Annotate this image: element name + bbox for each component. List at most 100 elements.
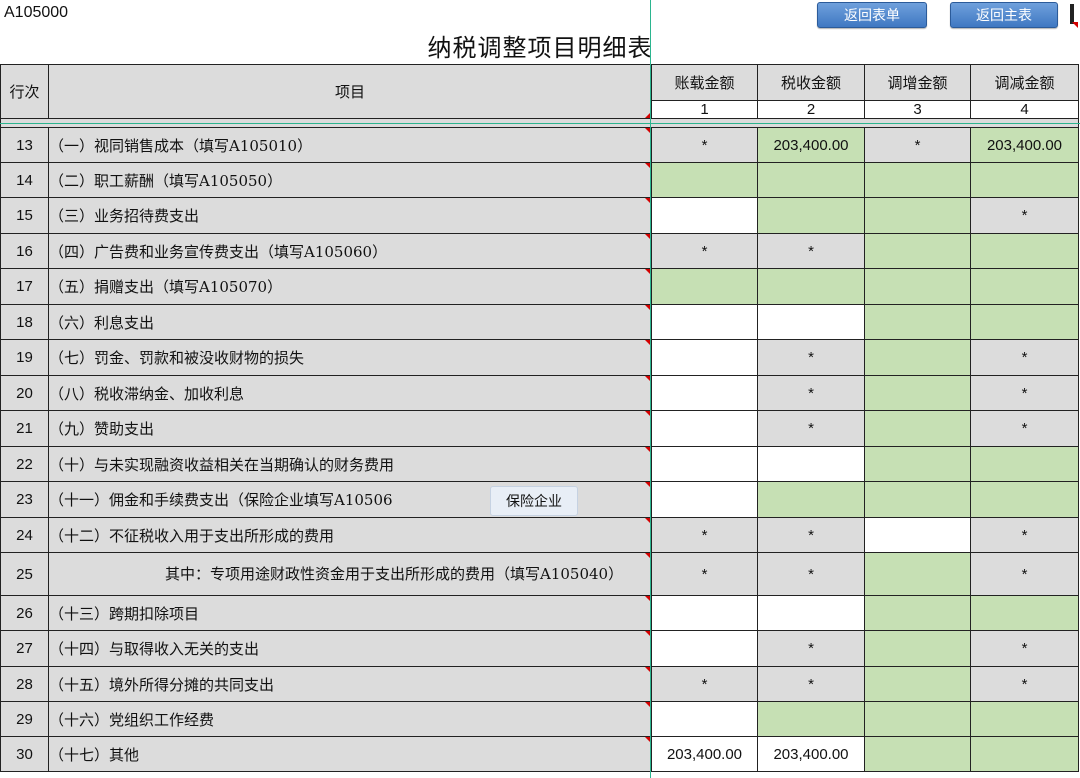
row-item-label: （十二）不征税收入用于支出所形成的费用: [48, 517, 652, 553]
amount-cell-col1[interactable]: [651, 410, 758, 447]
table-row: 22 （十）与未实现融资收益相关在当期确认的财务费用: [0, 446, 1079, 482]
amount-cell-col1: *: [651, 552, 758, 596]
amount-cell-col3: *: [864, 127, 971, 163]
back-to-main-button[interactable]: 返回主表: [950, 2, 1058, 28]
amount-cell-col2[interactable]: [757, 162, 865, 198]
amount-cell-col3[interactable]: [864, 268, 971, 305]
amount-cell-col2[interactable]: 203,400.00: [757, 127, 865, 163]
amount-cell-col2[interactable]: [757, 268, 865, 305]
amount-cell-col3[interactable]: [864, 552, 971, 596]
row-number: 29: [0, 701, 49, 737]
amount-cell-col2[interactable]: [757, 595, 865, 631]
amount-cell-col1[interactable]: [651, 701, 758, 737]
amount-cell-col1[interactable]: [651, 375, 758, 411]
amount-cell-col3[interactable]: [864, 162, 971, 198]
amount-cell-col4[interactable]: [970, 268, 1079, 305]
row-number: 25: [0, 552, 49, 596]
amount-cell-col3[interactable]: [864, 410, 971, 447]
amount-cell-col3[interactable]: [864, 233, 971, 269]
row-number: 30: [0, 736, 49, 772]
amount-cell-col4[interactable]: [970, 736, 1079, 772]
amount-cell-col4[interactable]: [970, 595, 1079, 631]
col-header-decrease: 调减金额: [970, 64, 1079, 101]
amount-cell-col2[interactable]: [757, 701, 865, 737]
amount-cell-col4[interactable]: [970, 162, 1079, 198]
amount-cell-col4: *: [970, 375, 1079, 411]
row-number: 16: [0, 233, 49, 269]
amount-cell-col2: *: [757, 517, 865, 553]
amount-cell-col4[interactable]: [970, 701, 1079, 737]
table-row: 20 （八）税收滞纳金、加收利息 * *: [0, 375, 1079, 411]
amount-cell-col4[interactable]: [970, 446, 1079, 482]
row-item-label: （十三）跨期扣除项目: [48, 595, 652, 631]
amount-cell-col3[interactable]: [864, 630, 971, 667]
amount-cell-col3[interactable]: [864, 481, 971, 518]
row-item-label: （七）罚金、罚款和被没收财物的损失: [48, 339, 652, 376]
amount-cell-col2: *: [757, 666, 865, 702]
table-row: 17 （五）捐赠支出（填写A105070）: [0, 268, 1079, 305]
amount-cell-col2[interactable]: [757, 481, 865, 518]
amount-cell-col4: *: [970, 410, 1079, 447]
amount-cell-col4: *: [970, 339, 1079, 376]
amount-cell-col4[interactable]: [970, 304, 1079, 340]
row-number: 27: [0, 630, 49, 667]
row-item-label: 其中：专项用途财政性资金用于支出所形成的费用（填写A105040）: [48, 552, 652, 596]
col-number-2: 2: [757, 100, 865, 119]
amount-cell-col1[interactable]: [651, 446, 758, 482]
amount-cell-col2[interactable]: [757, 304, 865, 340]
row-item-label: （三）业务招待费支出: [48, 197, 652, 234]
amount-cell-col4[interactable]: [970, 233, 1079, 269]
col-number-4: 4: [970, 100, 1079, 119]
row-item-label: （十六）党组织工作经费: [48, 701, 652, 737]
amount-cell-col1[interactable]: [651, 268, 758, 305]
row-item-label: （十）与未实现融资收益相关在当期确认的财务费用: [48, 446, 652, 482]
row-item-label: （四）广告费和业务宣传费支出（填写A105060）: [48, 233, 652, 269]
row-item-label: （十五）境外所得分摊的共同支出: [48, 666, 652, 702]
row-item-label: （八）税收滞纳金、加收利息: [48, 375, 652, 411]
amount-cell-col1[interactable]: 203,400.00: [651, 736, 758, 772]
table-row: 26 （十三）跨期扣除项目: [0, 595, 1079, 631]
col-number-1: 1: [651, 100, 758, 119]
amount-cell-col4[interactable]: [970, 481, 1079, 518]
table-row: 28 （十五）境外所得分摊的共同支出 * * *: [0, 666, 1079, 702]
amount-cell-col3[interactable]: [864, 304, 971, 340]
amount-cell-col3[interactable]: [864, 446, 971, 482]
row-item-label: （五）捐赠支出（填写A105070）: [48, 268, 652, 305]
amount-cell-col1[interactable]: [651, 162, 758, 198]
back-to-list-button[interactable]: 返回表单: [817, 2, 927, 28]
page-title: 纳税调整项目明细表: [427, 34, 653, 62]
amount-cell-col2: *: [757, 630, 865, 667]
amount-cell-col1[interactable]: [651, 339, 758, 376]
comment-marker-icon: [1072, 22, 1078, 28]
amount-cell-col1[interactable]: [651, 595, 758, 631]
amount-cell-col1[interactable]: [651, 304, 758, 340]
amount-cell-col3[interactable]: [864, 197, 971, 234]
amount-cell-col3[interactable]: [864, 517, 971, 553]
amount-cell-col2[interactable]: [757, 446, 865, 482]
amount-cell-col2[interactable]: [757, 197, 865, 234]
row-item-label: （九）赞助支出: [48, 410, 652, 447]
amount-cell-col4: *: [970, 517, 1079, 553]
amount-cell-col1[interactable]: [651, 197, 758, 234]
amount-cell-col1[interactable]: [651, 630, 758, 667]
amount-cell-col3[interactable]: [864, 595, 971, 631]
amount-cell-col3[interactable]: [864, 375, 971, 411]
amount-cell-col4[interactable]: 203,400.00: [970, 127, 1079, 163]
table-row: 16 （四）广告费和业务宣传费支出（填写A105060） * *: [0, 233, 1079, 269]
amount-cell-col1[interactable]: [651, 481, 758, 518]
col-number-3: 3: [864, 100, 971, 119]
row-number: 28: [0, 666, 49, 702]
amount-cell-col1: *: [651, 127, 758, 163]
scrollbar-handle[interactable]: [1070, 4, 1074, 24]
row-item-label: （六）利息支出: [48, 304, 652, 340]
amount-cell-col3[interactable]: [864, 701, 971, 737]
amount-cell-col3[interactable]: [864, 736, 971, 772]
row-number: 17: [0, 268, 49, 305]
amount-cell-col3[interactable]: [864, 339, 971, 376]
freeze-pane-vertical: [650, 0, 651, 778]
amount-cell-col2[interactable]: 203,400.00: [757, 736, 865, 772]
col-header-increase: 调增金额: [864, 64, 971, 101]
amount-cell-col3[interactable]: [864, 666, 971, 702]
amount-cell-col1: *: [651, 233, 758, 269]
table-row: 21 （九）赞助支出 * *: [0, 410, 1079, 447]
